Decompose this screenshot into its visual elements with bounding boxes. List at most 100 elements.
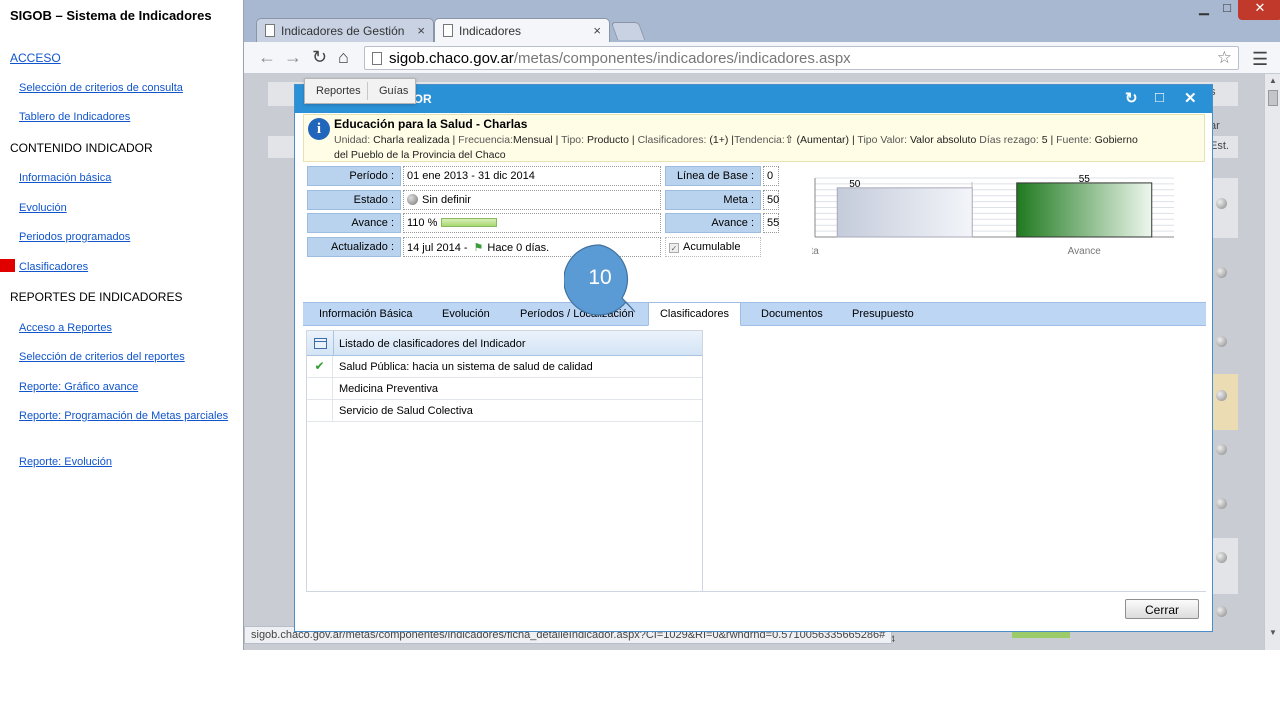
tipo-valor-value: Valor absoluto [909,134,977,146]
chart-value-label: 50 [849,179,861,190]
nav-link-tablero[interactable]: Tablero de Indicadores [19,109,229,125]
cerrar-button[interactable]: Cerrar [1125,599,1199,619]
status-dot-icon [1216,606,1227,617]
flag-icon: ⚑ [473,242,484,254]
clasificador-label: Salud Pública: hacia un sistema de salud… [339,361,593,373]
actualizado-value: 14 jul 2014 - [407,242,468,254]
address-bar[interactable]: sigob.chaco.gov.ar/metas/componentes/ind… [364,46,1239,70]
hace-dias-value: Hace 0 días. [487,242,550,254]
dias-rezago-value: 5 [1041,134,1048,146]
frecuencia-label: Frecuencia: [458,134,514,146]
section-acceso-link[interactable]: ACCESO [10,51,61,65]
nav-link-evolucion[interactable]: Evolución [19,200,229,216]
periodo-label: Período : [307,166,401,186]
frecuencia-value: Mensual [513,134,553,146]
nav-link-acceso-reportes[interactable]: Acceso a Reportes [19,320,229,336]
browser-menu-icon[interactable]: ☰ [1252,49,1268,70]
status-dot-icon [407,194,418,205]
check-cell [307,378,333,399]
avance-label: Avance : [307,213,401,233]
reportes-menu-item[interactable]: Reportes [316,85,361,97]
tendencia-label: Tendencia: [734,134,785,146]
tipo-valor-label: Tipo Valor: [857,134,908,146]
document-icon [265,24,275,37]
periodo-value: 01 ene 2013 - 31 dic 2014 [403,166,661,186]
tab-clasificadores[interactable]: Clasificadores [648,302,741,326]
section-reportes: REPORTES DE INDICADORES [10,290,183,304]
nav-link-informacion-basica[interactable]: Información básica [19,170,229,186]
estado-value: Sin definir [422,194,471,206]
chart-bar-avance [1016,182,1153,238]
reports-popup-menu: Reportes Guías [304,78,416,104]
indicator-metadata: Unidad: Charla realizada | Frecuencia:Me… [334,134,1138,161]
close-dialog-icon[interactable]: ✕ [1184,89,1197,107]
status-dot-icon [1216,336,1227,347]
maximize-icon[interactable]: □ [1217,0,1237,20]
nav-link-grafico-avance[interactable]: Reporte: Gráfico avance [19,379,229,395]
clasificador-row[interactable]: Medicina Preventiva [307,378,702,400]
status-dot-icon [1216,267,1227,278]
avance-value: 110 % [407,217,438,229]
tipo-value: Producto [586,134,630,146]
reload-icon[interactable]: ↻ [312,47,327,68]
url-path: /metas/componentes/indicadores/indicador… [513,50,851,67]
nav-link-periodos[interactable]: Periodos programados [19,229,229,245]
callout-number: 10 [588,266,612,289]
detail-tab-strip: Información Básica Evolución Períodos / … [303,302,1206,326]
status-dot-icon [1216,498,1227,509]
clasificadores-panel: Listado de clasificadores del Indicador … [306,330,703,592]
avance-field: 110 % [403,213,661,233]
status-dot-icon [1216,552,1227,563]
maximize-dialog-icon[interactable]: □ [1155,89,1164,106]
fuente-value: Gobierno [1094,134,1138,146]
dias-rezago-label: Días rezago: [979,134,1039,146]
tab-documentos[interactable]: Documentos [761,303,823,325]
tab-indicadores-gestion[interactable]: Indicadores de Gestión × [256,18,434,42]
chart-bar-meta [836,187,973,238]
menu-divider [367,82,368,100]
bookmark-star-icon[interactable]: ☆ [1217,48,1232,68]
guias-menu-item[interactable]: Guías [379,85,408,97]
browser-toolbar: ← → ↻ ⌂ sigob.chaco.gov.ar/metas/compone… [244,42,1280,74]
nav-link-seleccion-criterios[interactable]: Selección de criterios de consulta [19,80,229,96]
new-tab-button[interactable] [610,22,646,40]
url-host: sigob.chaco.gov.ar [389,50,514,67]
acumulable-checkbox[interactable]: ✓ [669,243,679,253]
avance-absoluto-value: 55 [763,213,779,233]
unidad-value: Charla realizada [373,134,450,146]
tab-close-icon[interactable]: × [593,23,601,38]
scroll-down-icon[interactable]: ▼ [1269,628,1277,637]
chart-category-label: Avance [1068,246,1102,257]
home-icon[interactable]: ⌂ [338,47,349,68]
clasificador-row[interactable]: ✔ Salud Pública: hacia un sistema de sal… [307,356,702,378]
scroll-up-icon[interactable]: ▲ [1269,76,1277,85]
tab-close-icon[interactable]: × [417,23,425,38]
tab-presupuesto[interactable]: Presupuesto [852,303,914,325]
clasificador-row[interactable]: Servicio de Salud Colectiva [307,400,702,422]
nav-link-programacion-metas[interactable]: Reporte: Programación de Metas parciales [19,408,229,424]
window-close-icon[interactable]: ✕ [1238,0,1280,20]
tab-indicadores[interactable]: Indicadores × [434,18,610,42]
minimize-icon[interactable]: ▁ [1194,0,1214,20]
clasificadores-label: Clasificadores: [637,134,707,146]
tab-informacion-basica[interactable]: Información Básica [319,303,413,325]
current-item-marker [0,259,15,272]
nav-link-seleccion-reportes[interactable]: Selección de criterios del reportes [19,349,229,365]
nav-link-reporte-evolucion[interactable]: Reporte: Evolución [19,454,229,470]
acumulable-field: ✓ Acumulable [665,237,761,257]
forward-arrow-icon[interactable]: → [284,47,302,68]
scrollbar-thumb[interactable] [1268,90,1278,106]
app-title: SIGOB – Sistema de Indicadores [10,8,212,23]
status-dot-icon [1216,198,1227,209]
back-arrow-icon[interactable]: ← [258,47,276,68]
check-cell [307,400,333,421]
estado-label: Estado : [307,190,401,210]
nav-link-clasificadores[interactable]: Clasificadores [19,259,229,275]
tab-evolucion[interactable]: Evolución [442,303,490,325]
unidad-label: Unidad: [334,134,371,146]
actualizado-label: Actualizado : [307,237,401,257]
page-scrollbar[interactable]: ▲ ▼ [1264,74,1280,650]
refresh-icon[interactable]: ↻ [1125,89,1138,107]
estado-field: Sin definir [403,190,661,210]
tab-label: Indicadores de Gestión [281,24,405,38]
